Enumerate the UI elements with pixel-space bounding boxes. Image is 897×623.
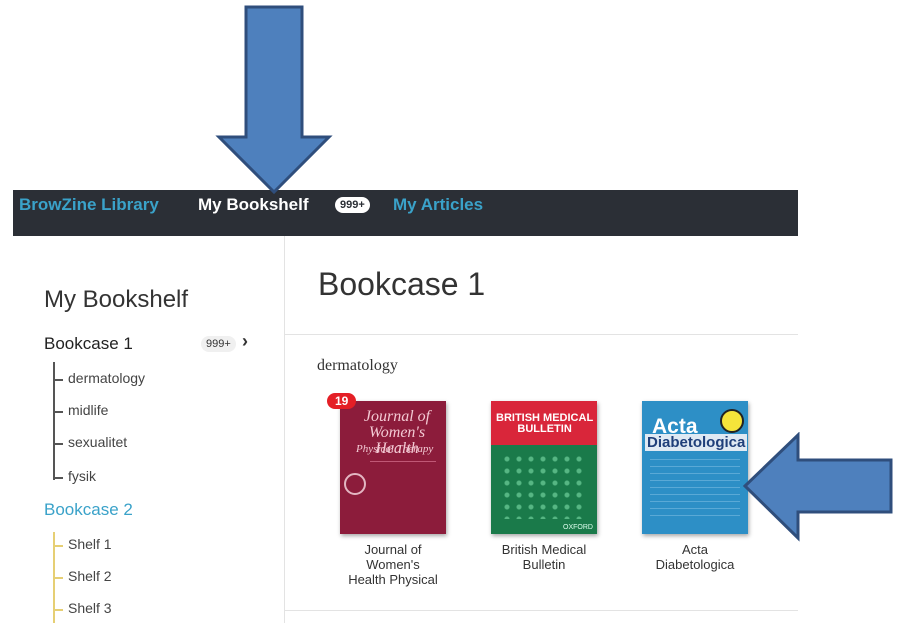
journal-logo-icon	[344, 473, 366, 495]
book-title[interactable]: Journal of Women's Health Physical	[333, 542, 453, 587]
sidebar-bookcase-1[interactable]: Bookcase 1	[44, 334, 133, 354]
nav-my-bookshelf[interactable]: My Bookshelf	[198, 195, 309, 215]
book-title[interactable]: British Medical Bulletin	[484, 542, 604, 572]
divider	[285, 334, 798, 335]
bookcase-1-badge: 999+	[201, 336, 236, 352]
book-cover[interactable]: Journal of Women's Health Physical Therap…	[340, 401, 446, 534]
sidebar-shelf-midlife[interactable]: midlife	[53, 402, 108, 418]
nav-browzine-library[interactable]: BrowZine Library	[19, 195, 159, 215]
sidebar-bookcase-2[interactable]: Bookcase 2	[44, 500, 133, 520]
sidebar: My Bookshelf Bookcase 1 999+ › dermatolo…	[13, 236, 285, 623]
book-acta-diabetologica[interactable]: Acta Diabetologica Acta Diabetologica	[635, 401, 755, 572]
divider	[285, 610, 798, 611]
book-title[interactable]: Acta Diabetologica	[635, 542, 755, 572]
sidebar-shelf-1[interactable]: Shelf 1	[53, 536, 112, 552]
page-title: Bookcase 1	[318, 266, 486, 302]
nav-my-articles[interactable]: My Articles	[393, 195, 483, 215]
sidebar-shelf-3[interactable]: Shelf 3	[53, 600, 112, 616]
bookshelf-count-badge: 999+	[335, 197, 370, 213]
book-journal-womens-health[interactable]: Journal of Women's Health Physical Therap…	[333, 401, 453, 587]
cover-text: BULLETIN	[517, 423, 572, 435]
sidebar-shelf-2[interactable]: Shelf 2	[53, 568, 112, 584]
cover-text: Physical Therapy	[356, 443, 434, 455]
cover-text: Diabetologica	[645, 434, 748, 451]
book-cover[interactable]: BRITISH MEDICAL BULLETIN OXFORD	[491, 401, 597, 534]
book-british-medical-bulletin[interactable]: BRITISH MEDICAL BULLETIN OXFORD British M…	[484, 401, 604, 572]
cover-text: Journal of	[363, 408, 431, 425]
cover-decoration	[501, 453, 587, 519]
book-cover[interactable]: Acta Diabetologica	[642, 401, 748, 534]
cover-sticker-icon	[720, 409, 744, 433]
new-articles-badge: 19	[327, 393, 357, 409]
chevron-right-icon[interactable]: ›	[242, 331, 248, 352]
main-content: Bookcase 1 dermatology 19 Journal of Wome…	[285, 236, 798, 623]
top-nav-bar: BrowZine Library My Bookshelf 999+ My Ar…	[13, 190, 798, 236]
down-arrow-icon	[215, 5, 333, 195]
cover-decoration	[370, 461, 436, 490]
shelf-title: dermatology	[317, 357, 398, 374]
sidebar-shelf-sexualitet[interactable]: sexualitet	[53, 434, 127, 450]
sidebar-title: My Bookshelf	[44, 286, 189, 313]
sidebar-shelf-fysik[interactable]: fysik	[53, 468, 96, 484]
cover-decoration	[650, 459, 740, 519]
sidebar-shelf-dermatology[interactable]: dermatology	[53, 370, 145, 386]
left-arrow-icon	[742, 432, 893, 542]
cover-text: OXFORD	[563, 524, 593, 531]
